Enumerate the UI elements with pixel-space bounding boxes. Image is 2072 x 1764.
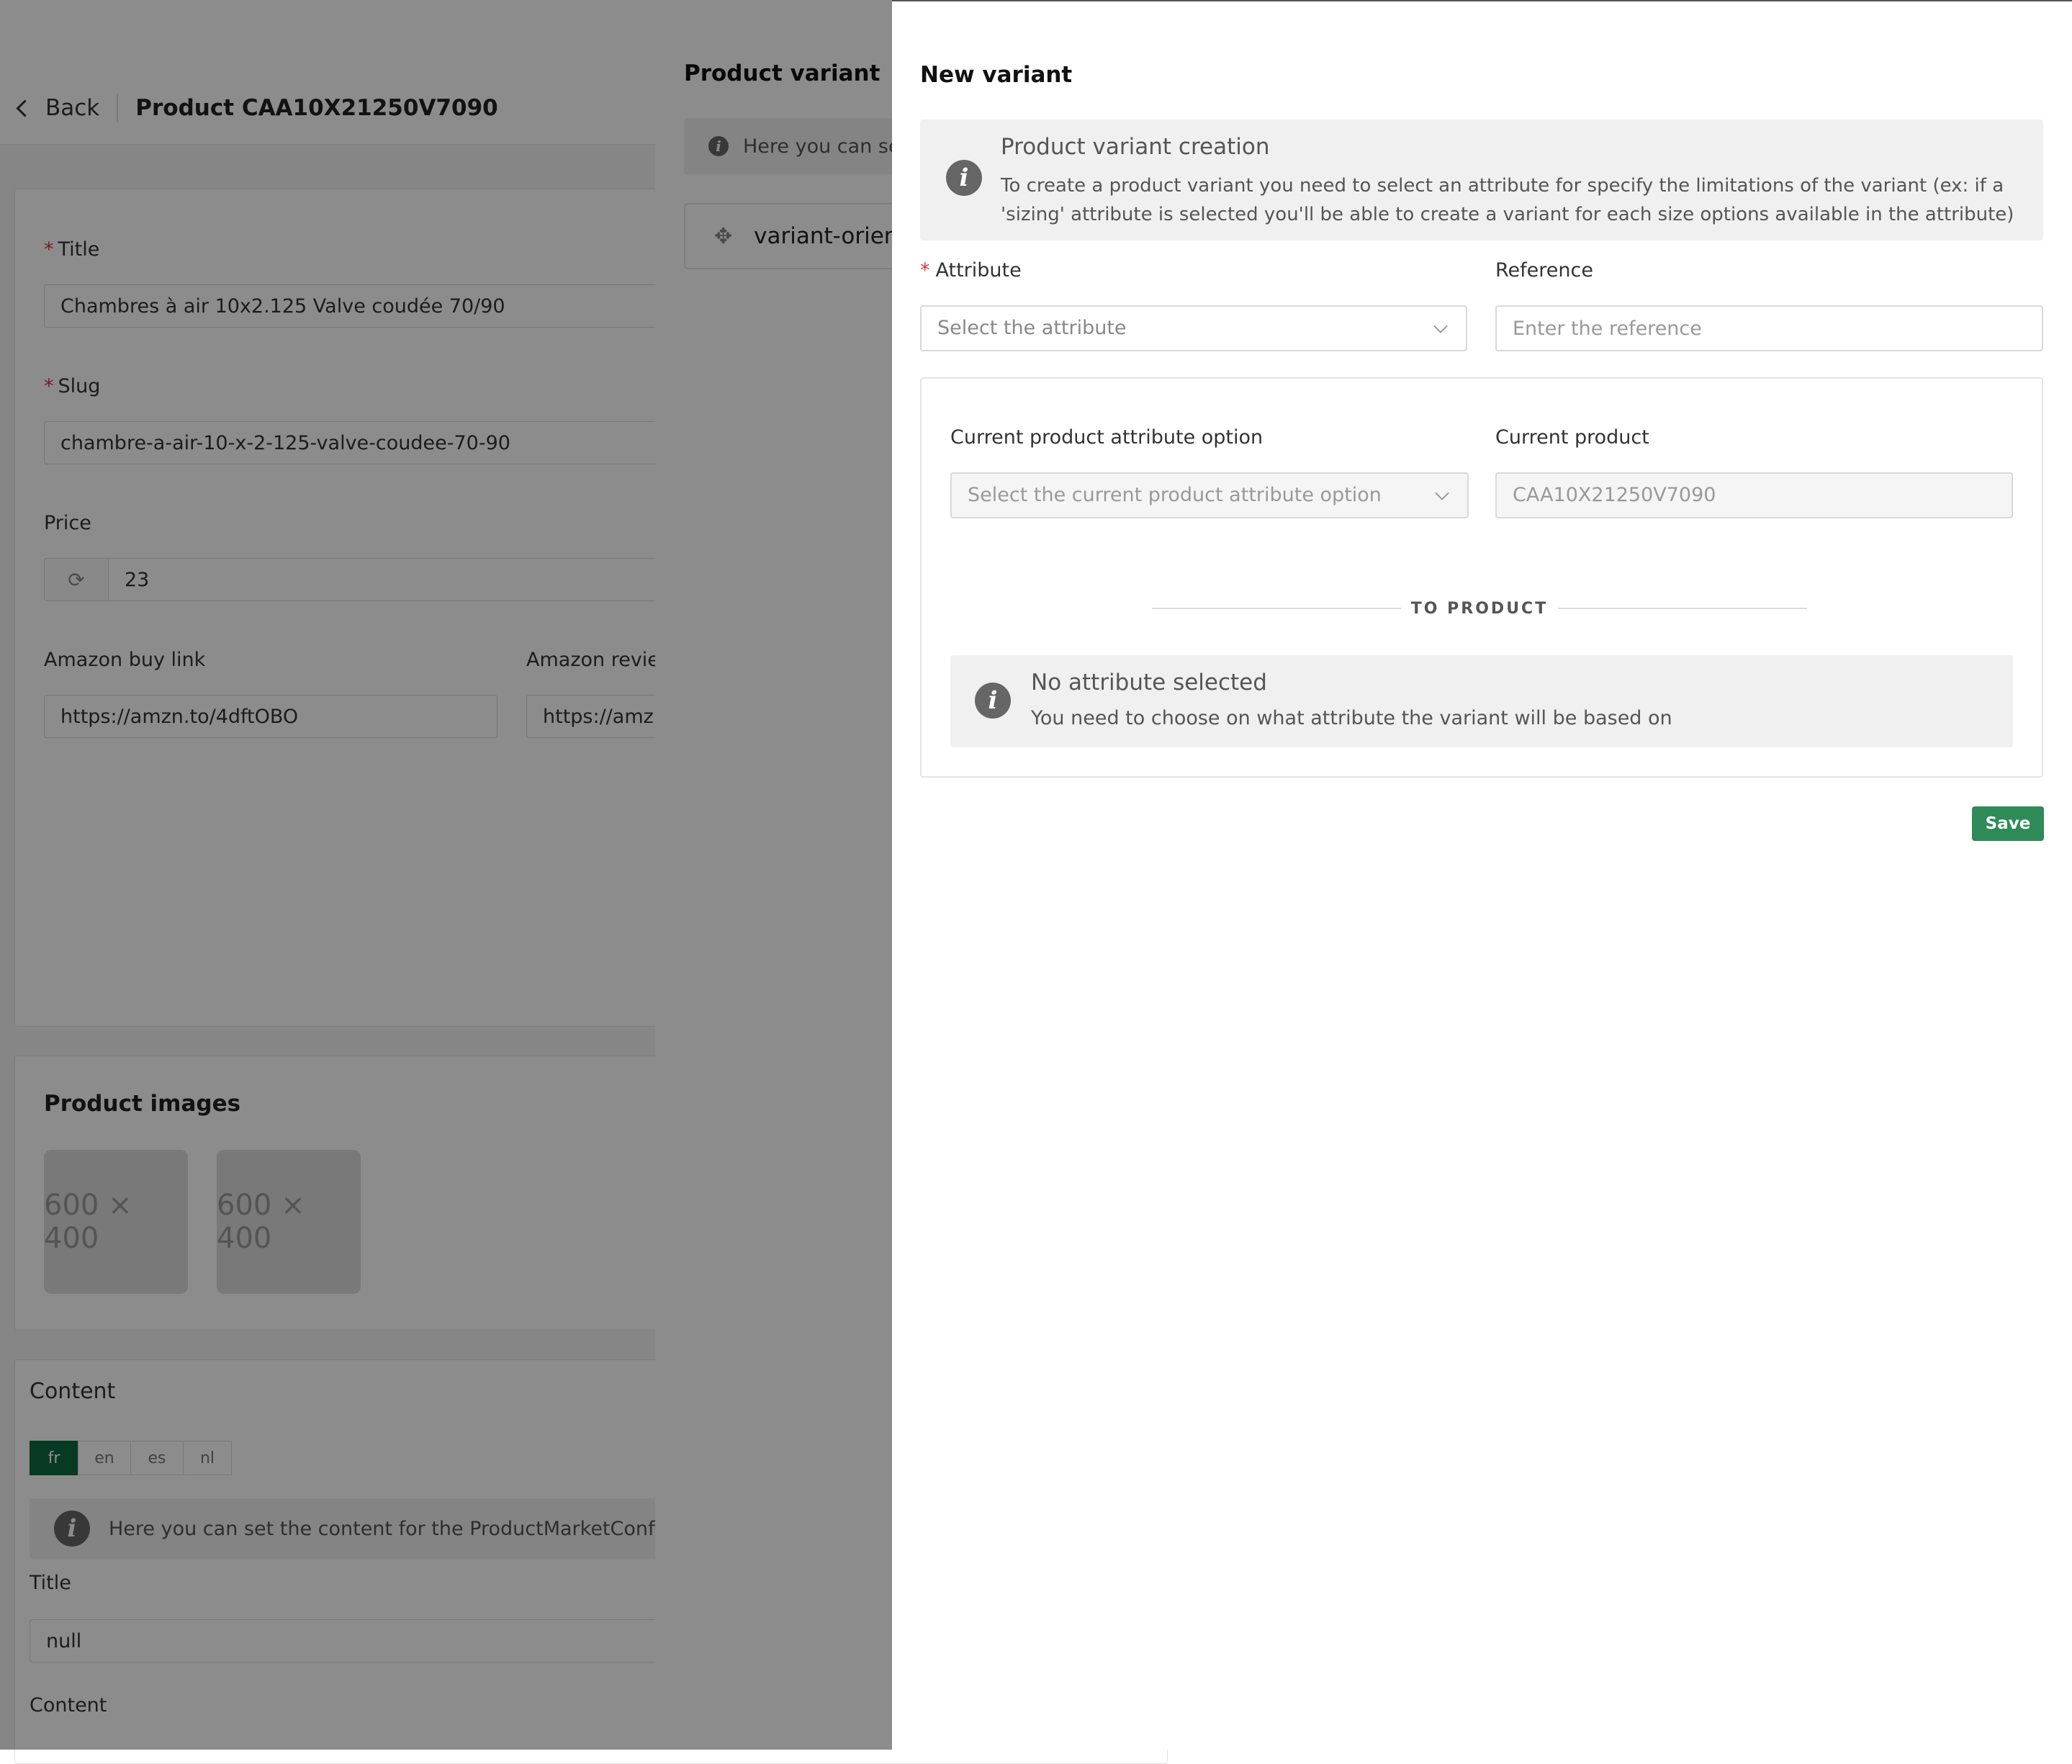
attribute-select[interactable]: Select the attribute: [920, 305, 1467, 351]
to-product-divider: TO PRODUCT: [1152, 596, 1808, 621]
no-attribute-description: You need to choose on what attribute the…: [1031, 707, 1672, 729]
new-variant-drawer: New variant i Product variant creation T…: [892, 0, 2072, 1750]
divider-line: [1152, 608, 1401, 609]
current-product-label: Current product: [1495, 426, 1649, 449]
save-button[interactable]: Save: [1972, 806, 2044, 841]
divider-line: [1558, 608, 1808, 609]
variant-mapping-card: Current product attribute option Select …: [920, 377, 2043, 778]
info-icon: i: [946, 160, 982, 196]
info-icon: i: [975, 683, 1011, 719]
reference-input[interactable]: [1495, 305, 2043, 351]
current-option-select[interactable]: Select the current product attribute opt…: [950, 472, 1469, 518]
no-attribute-alert: i No attribute selected You need to choo…: [950, 655, 2013, 747]
new-variant-title: New variant: [920, 62, 1073, 88]
alert-title: Product variant creation: [1001, 134, 1270, 160]
current-option-placeholder: Select the current product attribute opt…: [968, 484, 1382, 506]
current-option-label: Current product attribute option: [950, 426, 1264, 449]
chevron-down-icon: [1435, 486, 1449, 500]
chevron-down-icon: [1433, 319, 1448, 333]
attribute-label: * Attribute: [920, 259, 1022, 282]
alert-description: To create a product variant you need to …: [1001, 175, 2014, 225]
attribute-select-placeholder: Select the attribute: [937, 317, 1127, 339]
variant-creation-alert: i Product variant creation To create a p…: [920, 120, 2043, 240]
no-attribute-title: No attribute selected: [1031, 670, 1267, 696]
required-marker: *: [920, 259, 930, 282]
reference-label: Reference: [1495, 259, 1593, 282]
divider-text: TO PRODUCT: [1410, 599, 1549, 618]
current-product-field: CAA10X21250V7090: [1495, 472, 2013, 518]
